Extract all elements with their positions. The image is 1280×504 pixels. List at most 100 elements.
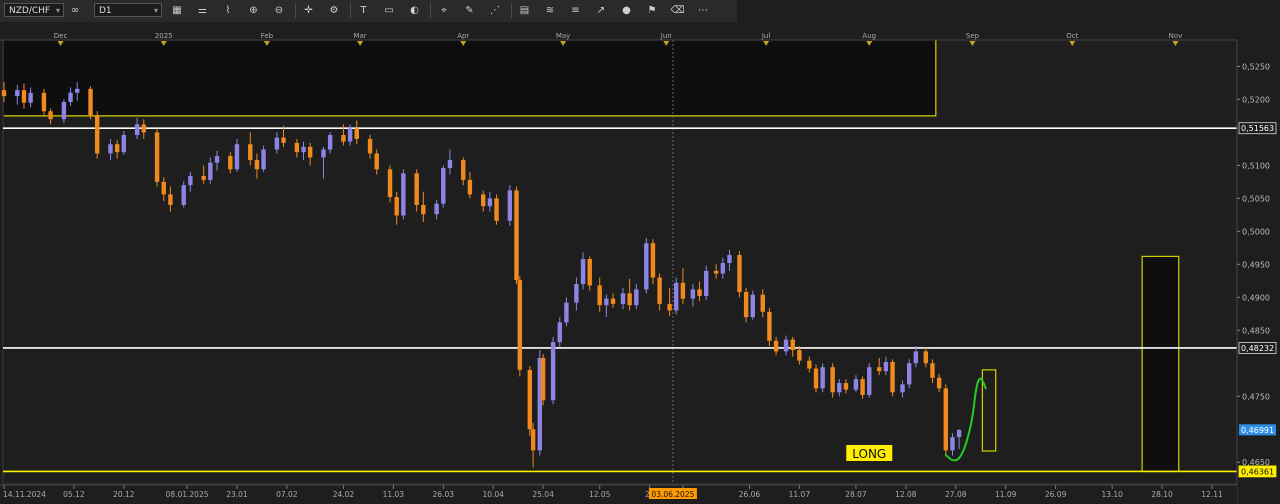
candle-body [94, 115, 100, 154]
candle-body [900, 384, 905, 393]
candle-body [634, 289, 639, 306]
candle-up [750, 290, 755, 320]
candle-body [487, 198, 493, 207]
month-label: May [556, 32, 570, 40]
candle-body [507, 190, 513, 221]
candle-body [141, 124, 146, 133]
candle-body [843, 383, 849, 390]
level-price-label: 0,48232 [1241, 344, 1274, 353]
candle-body [923, 351, 929, 364]
candle-body [813, 368, 819, 389]
candle-body [248, 144, 253, 161]
candle-body [108, 144, 113, 154]
candle-body [68, 92, 73, 103]
y-tick-label: 0,5250 [1242, 62, 1270, 71]
candle-body [956, 429, 962, 438]
candle-body [727, 255, 732, 263]
date-label: 12.08 [895, 490, 917, 499]
date-label: 07.02 [276, 490, 298, 499]
candle-up [820, 363, 825, 393]
candle-body [650, 243, 656, 278]
candle-body [913, 351, 919, 364]
candle-body [21, 90, 27, 103]
candle-down [88, 86, 93, 120]
date-label: 10.04 [482, 490, 504, 499]
month-label: Oct [1066, 32, 1078, 40]
price-chart[interactable]: LONG 0,5250 0,5200 0,5100 0,5050 0,5000 0,495… [0, 0, 1280, 504]
candle-body [783, 339, 789, 352]
candle-body [327, 135, 333, 150]
month-label: Nov [1169, 32, 1183, 40]
y-tick-label: 0,5050 [1242, 194, 1270, 203]
candle-down [527, 365, 533, 436]
candle-body [627, 293, 632, 306]
candle-down [41, 88, 47, 116]
candle-body [121, 135, 127, 153]
candle-down [737, 251, 742, 298]
candle-up [644, 237, 649, 294]
candle-body [481, 194, 486, 207]
date-label: 11.03 [383, 490, 405, 499]
candle-body [301, 146, 306, 153]
candle-body [557, 322, 562, 343]
candle-down [517, 276, 523, 377]
candle-body [790, 339, 795, 351]
y-tick-label: 0,4850 [1242, 326, 1270, 335]
candle-body [610, 298, 616, 304]
date-label: 26.06 [739, 490, 761, 499]
candle-body [713, 270, 719, 274]
candle-body [667, 303, 672, 311]
candle-body [228, 156, 233, 170]
candle-body [867, 367, 872, 395]
candle-body [950, 437, 955, 451]
date-label: 08.01.2025 [166, 490, 209, 499]
candle-body [883, 361, 889, 372]
date-label: 25.04 [532, 490, 554, 499]
candle-body [154, 132, 160, 182]
y-tick-label: 0,4750 [1242, 392, 1270, 401]
candle-body [201, 175, 206, 180]
y-tick-label: 0,4950 [1242, 260, 1270, 269]
candle-body [61, 102, 67, 120]
date-label: 28.10 [1151, 490, 1173, 499]
month-label: Apr [457, 32, 469, 40]
candle-body [88, 88, 93, 116]
candle-body [234, 144, 240, 170]
candle-body [214, 156, 220, 163]
candle-body [860, 379, 865, 395]
candle-body [936, 377, 942, 389]
candle-down [650, 239, 656, 285]
candle-body [853, 379, 859, 390]
candle-down [154, 129, 160, 187]
candle-body [620, 293, 626, 304]
candle-body [75, 88, 80, 93]
candle-body [134, 124, 140, 136]
candle-body [750, 294, 755, 318]
month-label: Feb [261, 32, 274, 40]
candle-body [737, 255, 742, 293]
candle-up [674, 277, 679, 315]
candle-body [494, 198, 499, 221]
candle-body [906, 363, 912, 385]
date-label: 05.12 [63, 490, 85, 499]
candle-body [48, 111, 53, 120]
candle-down [494, 194, 499, 225]
date-label: 11.07 [789, 490, 811, 499]
month-label: Sep [966, 32, 980, 40]
candle-body [530, 429, 536, 451]
candle-body [797, 350, 802, 361]
date-label: 13.10 [1101, 490, 1123, 499]
date-label: 11.09 [995, 490, 1017, 499]
candle-body [597, 285, 602, 306]
date-label: 27.08 [945, 490, 967, 499]
candle-body [307, 146, 313, 158]
candle-up [181, 181, 186, 208]
month-label: Aug [862, 32, 876, 40]
candle-down [943, 384, 948, 456]
candle-body [877, 367, 882, 372]
candle-body [254, 160, 260, 170]
candle-body [1, 90, 7, 97]
target-box-large [1141, 255, 1180, 473]
candle-body [587, 259, 592, 286]
candle-body [943, 388, 948, 451]
